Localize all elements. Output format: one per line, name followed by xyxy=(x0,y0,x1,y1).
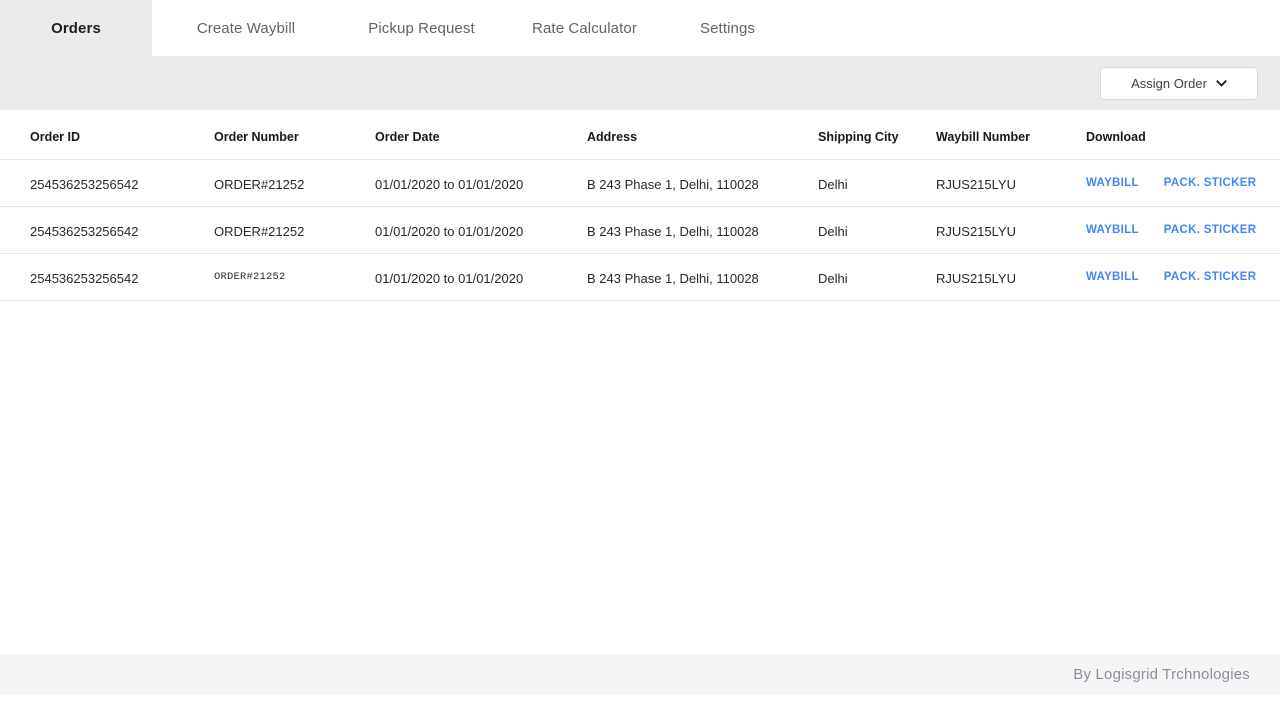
orders-table: Order ID Order Number Order Date Address… xyxy=(0,110,1280,301)
cell-order-number: ORDER#21252 xyxy=(214,177,304,192)
column-header-order-id: Order ID xyxy=(30,130,80,144)
tab-pickup-request[interactable]: Pickup Request xyxy=(340,0,503,56)
cell-order-number: ORDER#21252 xyxy=(214,271,286,283)
tab-settings[interactable]: Settings xyxy=(666,0,789,56)
cell-order-id: 254536253256542 xyxy=(30,177,138,192)
cell-waybill-number: RJUS215LYU xyxy=(936,271,1016,286)
cell-download-links: WAYBILL PACK. STICKER xyxy=(1086,271,1256,283)
table-row: 254536253256542 ORDER#21252 01/01/2020 t… xyxy=(0,254,1280,301)
waybill-download-link[interactable]: WAYBILL xyxy=(1086,177,1139,189)
toolbar: Assign Order xyxy=(0,56,1280,110)
pack-sticker-download-link[interactable]: PACK. STICKER xyxy=(1164,271,1257,283)
table-row: 254536253256542 ORDER#21252 01/01/2020 t… xyxy=(0,207,1280,254)
cell-order-id: 254536253256542 xyxy=(30,224,138,239)
tab-create-waybill-label: Create Waybill xyxy=(197,20,295,37)
tab-rate-calculator[interactable]: Rate Calculator xyxy=(503,0,666,56)
column-header-order-date: Order Date xyxy=(375,130,440,144)
orders-page: Orders Create Waybill Pickup Request Rat… xyxy=(0,0,1280,720)
cell-address: B 243 Phase 1, Delhi, 110028 xyxy=(587,177,759,192)
tab-pickup-request-label: Pickup Request xyxy=(368,20,474,37)
tab-rate-calculator-label: Rate Calculator xyxy=(532,20,637,37)
cell-shipping-city: Delhi xyxy=(818,224,848,239)
column-header-order-number: Order Number xyxy=(214,130,299,144)
tab-orders[interactable]: Orders xyxy=(0,0,152,56)
waybill-download-link[interactable]: WAYBILL xyxy=(1086,271,1139,283)
pack-sticker-download-link[interactable]: PACK. STICKER xyxy=(1164,177,1257,189)
cell-order-number: ORDER#21252 xyxy=(214,224,304,239)
cell-order-date: 01/01/2020 to 01/01/2020 xyxy=(375,271,523,286)
table-row: 254536253256542 ORDER#21252 01/01/2020 t… xyxy=(0,160,1280,207)
cell-address: B 243 Phase 1, Delhi, 110028 xyxy=(587,271,759,286)
footer-bar: By Logisgrid Trchnologies xyxy=(0,654,1280,695)
cell-download-links: WAYBILL PACK. STICKER xyxy=(1086,177,1256,189)
column-header-address: Address xyxy=(587,130,637,144)
tab-settings-label: Settings xyxy=(700,20,755,37)
column-header-waybill-number: Waybill Number xyxy=(936,130,1030,144)
column-header-download: Download xyxy=(1086,130,1146,144)
tab-bar: Orders Create Waybill Pickup Request Rat… xyxy=(0,0,1280,56)
chevron-down-icon xyxy=(1216,78,1227,89)
cell-waybill-number: RJUS215LYU xyxy=(936,224,1016,239)
column-header-shipping-city: Shipping City xyxy=(818,130,899,144)
assign-order-label: Assign Order xyxy=(1131,76,1207,91)
cell-order-id: 254536253256542 xyxy=(30,271,138,286)
tab-create-waybill[interactable]: Create Waybill xyxy=(152,0,340,56)
cell-order-date: 01/01/2020 to 01/01/2020 xyxy=(375,177,523,192)
tab-orders-label: Orders xyxy=(51,20,101,37)
cell-waybill-number: RJUS215LYU xyxy=(936,177,1016,192)
cell-shipping-city: Delhi xyxy=(818,271,848,286)
pack-sticker-download-link[interactable]: PACK. STICKER xyxy=(1164,224,1257,236)
table-header-row: Order ID Order Number Order Date Address… xyxy=(0,110,1280,160)
cell-download-links: WAYBILL PACK. STICKER xyxy=(1086,224,1256,236)
cell-shipping-city: Delhi xyxy=(818,177,848,192)
cell-order-date: 01/01/2020 to 01/01/2020 xyxy=(375,224,523,239)
assign-order-button[interactable]: Assign Order xyxy=(1100,67,1258,100)
footer-credit: By Logisgrid Trchnologies xyxy=(1073,666,1280,683)
waybill-download-link[interactable]: WAYBILL xyxy=(1086,224,1139,236)
cell-address: B 243 Phase 1, Delhi, 110028 xyxy=(587,224,759,239)
